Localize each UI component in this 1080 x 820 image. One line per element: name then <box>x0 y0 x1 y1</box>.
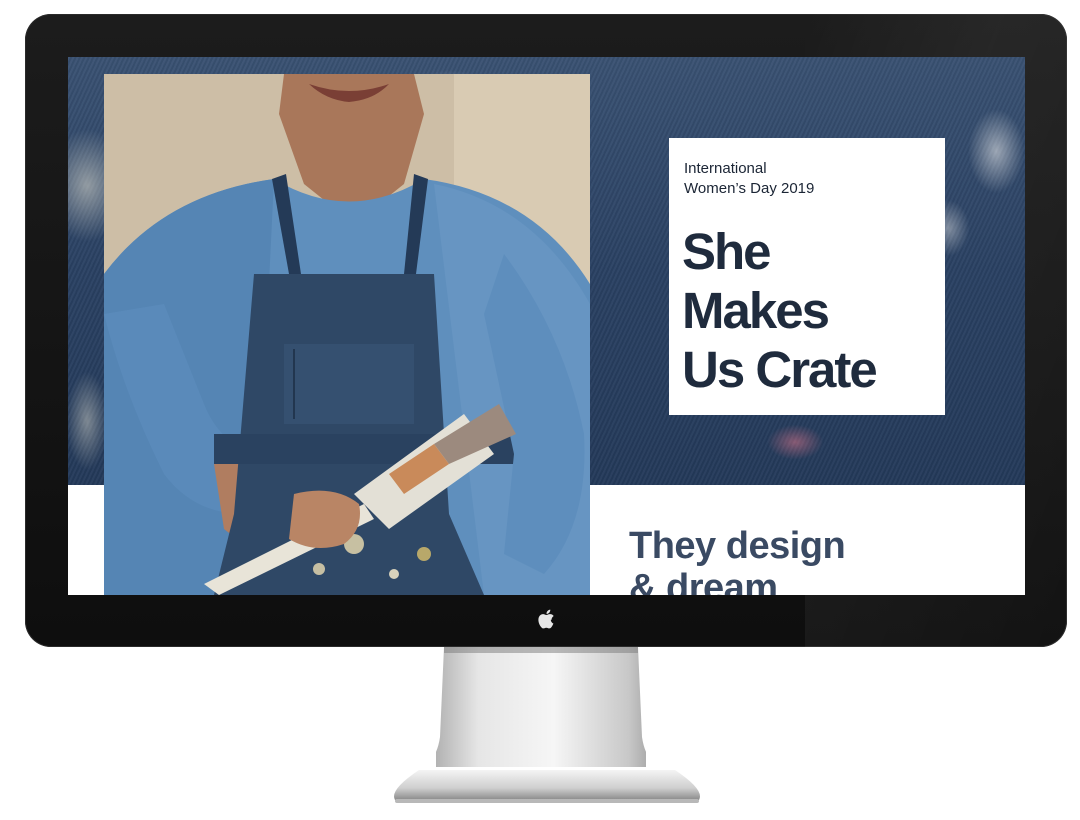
event-label-line1: International <box>684 160 767 177</box>
monitor-screen: International Women’s Day 2019 She Makes… <box>68 57 1025 595</box>
headline-line2: Makes <box>682 282 830 339</box>
section-heading: They design & dream <box>629 525 1009 595</box>
campaign-headline: She Makes Us Crate <box>682 222 942 399</box>
event-label: International Women’s Day 2019 <box>684 159 934 199</box>
monitor-stand-base <box>394 770 700 803</box>
monitor-stand-neck <box>436 647 646 767</box>
section-heading-line2: & dream <box>629 567 778 595</box>
campaign-title-card: International Women’s Day 2019 She Makes… <box>669 138 945 415</box>
event-label-line2: Women’s Day 2019 <box>684 180 815 197</box>
apple-logo-icon <box>538 609 554 629</box>
monitor-bezel: International Women’s Day 2019 She Makes… <box>25 14 1067 647</box>
headline-line3: Us Crate <box>682 341 878 398</box>
headline-line1: She <box>682 223 772 280</box>
section-heading-line1: They design <box>629 525 846 567</box>
product-mockup: International Women’s Day 2019 She Makes… <box>0 0 1080 820</box>
artist-illustration <box>104 74 590 595</box>
hero-photo <box>104 74 590 595</box>
